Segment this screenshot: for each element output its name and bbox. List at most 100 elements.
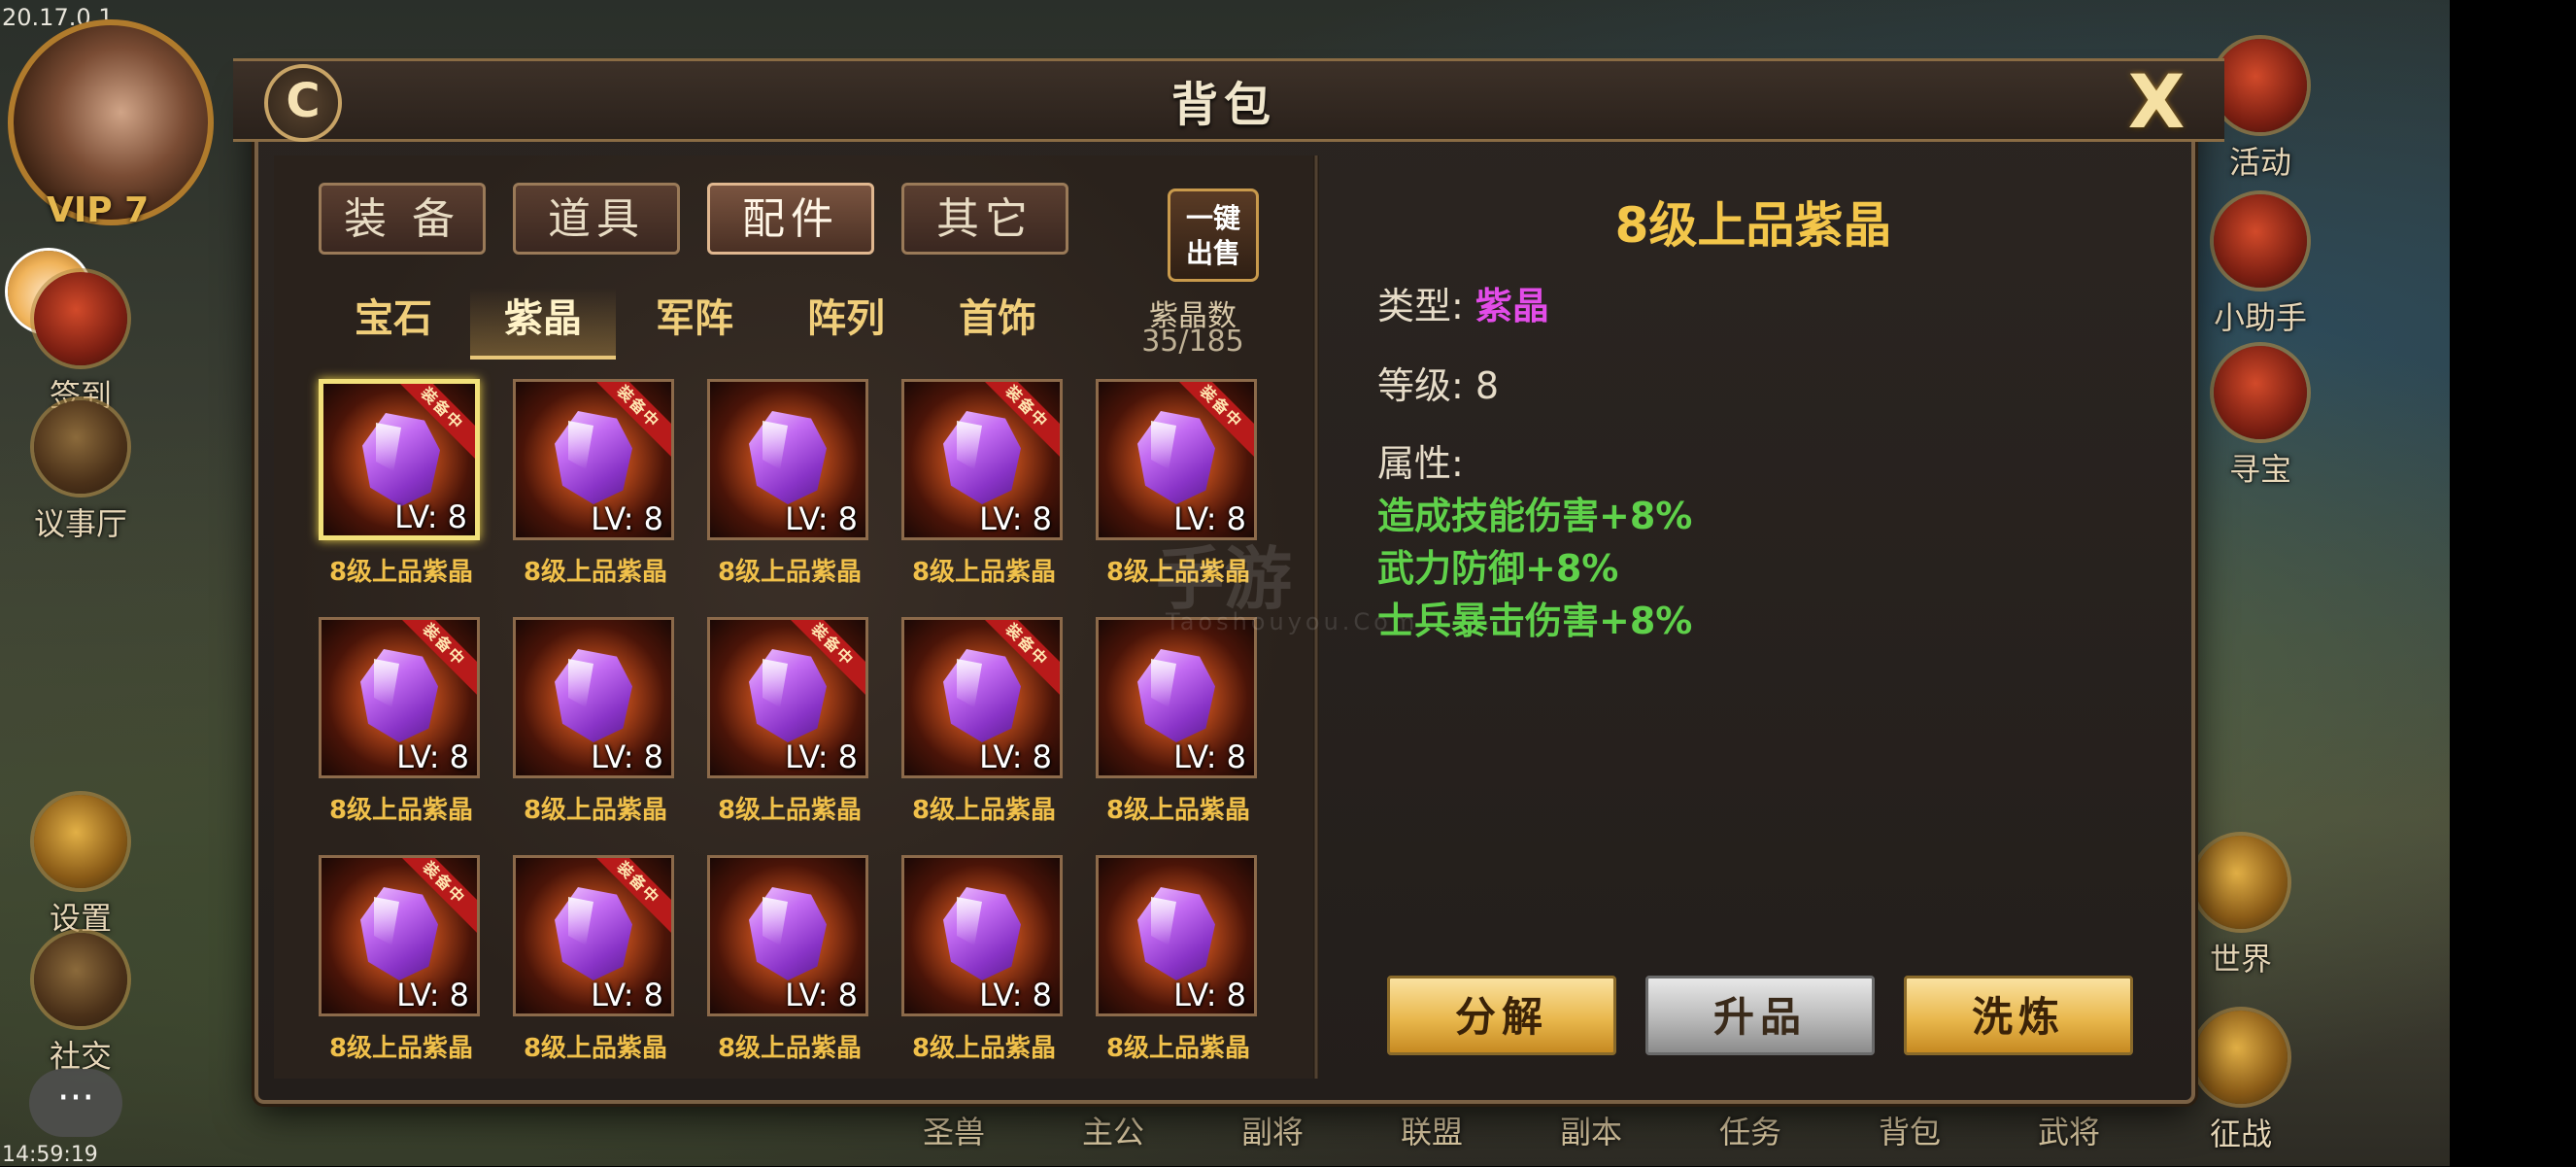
inventory-item[interactable]: 装备中 LV: 8 8级上品紫晶: [501, 379, 695, 622]
amethyst-icon: [943, 649, 1021, 742]
subtab-jewelry[interactable]: 首饰: [925, 288, 1070, 356]
item-level: LV: 8: [785, 738, 858, 775]
side-button-helper[interactable]: 小助手: [2187, 194, 2333, 338]
tab-others[interactable]: 其它: [901, 183, 1068, 255]
chat-icon[interactable]: ···: [29, 1069, 122, 1137]
side-button-label: 世界: [2209, 941, 2272, 978]
subtab-gem[interactable]: 宝石: [321, 288, 466, 356]
amethyst-icon: [1137, 887, 1215, 980]
item-type-label: 类型:: [1377, 285, 1464, 327]
item-name: 8级上品紫晶: [1105, 1034, 1251, 1063]
amethyst-icon: [360, 887, 438, 980]
refresh-button[interactable]: C: [264, 64, 342, 142]
nav-item[interactable]: 武将: [1989, 1108, 2149, 1166]
item-name: 8级上品紫晶: [911, 558, 1057, 587]
quick-sell-button[interactable]: 一键 出售: [1168, 189, 1259, 282]
inventory-item[interactable]: 装备中 LV: 8 8级上品紫晶: [307, 617, 501, 860]
chest-icon: [2214, 346, 2307, 439]
inventory-item[interactable]: 装备中 LV: 8 8级上品紫晶: [890, 617, 1084, 860]
nav-item[interactable]: 副将: [1193, 1108, 1352, 1166]
inventory-item[interactable]: LV: 8 8级上品紫晶: [1084, 617, 1278, 860]
decompose-button[interactable]: 分解: [1387, 976, 1616, 1055]
item-name: 8级上品紫晶: [1105, 796, 1251, 825]
side-button-label: 活动: [2228, 144, 2291, 181]
side-button-settings[interactable]: 设置: [8, 795, 153, 939]
item-slot[interactable]: 装备中 LV: 8: [319, 855, 480, 1016]
item-slot[interactable]: LV: 8: [707, 379, 868, 540]
side-button-checkin[interactable]: 签到: [8, 272, 153, 416]
nav-item[interactable]: 副本: [1511, 1108, 1671, 1166]
close-button[interactable]: X: [2118, 65, 2195, 139]
nav-item[interactable]: 圣兽: [874, 1108, 1034, 1166]
item-slot[interactable]: LV: 8: [1096, 617, 1257, 778]
item-slot[interactable]: LV: 8: [513, 617, 674, 778]
nav-item[interactable]: 联盟: [1352, 1108, 1511, 1166]
item-level: LV: 8: [396, 738, 469, 775]
amethyst-icon: [360, 649, 438, 742]
item-level: LV: 8: [785, 500, 858, 537]
amethyst-icon: [749, 649, 827, 742]
item-type-row: 类型: 紫晶: [1377, 276, 1549, 329]
subtab-array[interactable]: 阵列: [773, 288, 919, 356]
upgrade-button[interactable]: 升品: [1645, 976, 1875, 1055]
item-slot[interactable]: 装备中 LV: 8: [1096, 379, 1257, 540]
inventory-item[interactable]: LV: 8 8级上品紫晶: [1084, 855, 1278, 1098]
item-level: LV: 8: [979, 738, 1052, 775]
inventory-item[interactable]: 装备中 LV: 8 8级上品紫晶: [501, 855, 695, 1098]
item-attribute: 武力防御+8%: [1377, 547, 1619, 590]
refine-button[interactable]: 洗炼: [1904, 976, 2133, 1055]
item-slot[interactable]: 装备中 LV: 8: [513, 379, 674, 540]
tab-equipment[interactable]: 装 备: [319, 183, 486, 255]
item-slot[interactable]: LV: 8: [707, 855, 868, 1016]
item-name: 8级上品紫晶: [328, 558, 474, 587]
inventory-item[interactable]: LV: 8 8级上品紫晶: [890, 855, 1084, 1098]
item-level: LV: 8: [979, 500, 1052, 537]
item-slot[interactable]: 装备中 LV: 8: [901, 617, 1063, 778]
side-button-label: 小助手: [2213, 299, 2307, 336]
item-level: LV: 8: [1173, 738, 1246, 775]
inventory-item[interactable]: LV: 8 8级上品紫晶: [501, 617, 695, 860]
item-slot[interactable]: LV: 8: [1096, 855, 1257, 1016]
amethyst-icon: [749, 887, 827, 980]
quick-sell-label: 一键: [1185, 202, 1240, 234]
item-level: LV: 8: [396, 977, 469, 1013]
vip-badge[interactable]: VIP 7: [47, 190, 149, 230]
subtab-amethyst[interactable]: 紫晶: [470, 288, 616, 360]
tab-accessories[interactable]: 配件: [707, 183, 874, 255]
item-attribute: 士兵暴击伤害+8%: [1377, 600, 1693, 642]
inventory-item[interactable]: 装备中 LV: 8 8级上品紫晶: [307, 855, 501, 1098]
tab-items[interactable]: 道具: [513, 183, 680, 255]
item-attribute: 造成技能伤害+8%: [1377, 495, 1693, 537]
nav-item[interactable]: 任务: [1671, 1108, 1830, 1166]
item-slot[interactable]: 装备中 LV: 8: [901, 379, 1063, 540]
side-button-hall[interactable]: 议事厅: [8, 400, 153, 544]
amethyst-count-value: 35/185: [1141, 325, 1244, 359]
inventory-item[interactable]: 装备中 LV: 8 8级上品紫晶: [890, 379, 1084, 622]
inventory-item[interactable]: LV: 8 8级上品紫晶: [695, 855, 890, 1098]
item-level-value: 8: [1474, 364, 1500, 407]
item-slot[interactable]: 装备中 LV: 8: [319, 617, 480, 778]
amethyst-icon: [749, 411, 827, 504]
side-button-treasure[interactable]: 寻宝: [2187, 346, 2333, 490]
item-name: 8级上品紫晶: [717, 1034, 863, 1063]
inventory-item[interactable]: LV: 8 8级上品紫晶: [695, 379, 890, 622]
screen-edge: [2450, 0, 2576, 1166]
item-type-value: 紫晶: [1474, 285, 1549, 327]
nav-item[interactable]: 背包: [1830, 1108, 1989, 1166]
item-level: LV: 8: [394, 498, 467, 535]
nav-item[interactable]: 主公: [1034, 1108, 1193, 1166]
subtab-formation[interactable]: 军阵: [622, 288, 767, 356]
bottom-nav: 圣兽 主公 副将 联盟 副本 任务 背包 武将: [874, 1108, 2234, 1166]
dragon-icon: [2194, 836, 2288, 929]
inventory-item[interactable]: 装备中 LV: 8 8级上品紫晶: [695, 617, 890, 860]
item-slot[interactable]: LV: 8: [901, 855, 1063, 1016]
item-slot[interactable]: 装备中 LV: 8: [319, 379, 480, 540]
item-slot[interactable]: 装备中 LV: 8: [707, 617, 868, 778]
amethyst-icon: [555, 649, 632, 742]
item-name: 8级上品紫晶: [911, 796, 1057, 825]
item-slot[interactable]: 装备中 LV: 8: [513, 855, 674, 1016]
quick-sell-label: 出售: [1185, 237, 1240, 269]
side-button-social[interactable]: 社交: [8, 933, 153, 1077]
inventory-item[interactable]: 装备中 LV: 8 8级上品紫晶: [307, 379, 501, 622]
item-level: LV: 8: [591, 977, 663, 1013]
